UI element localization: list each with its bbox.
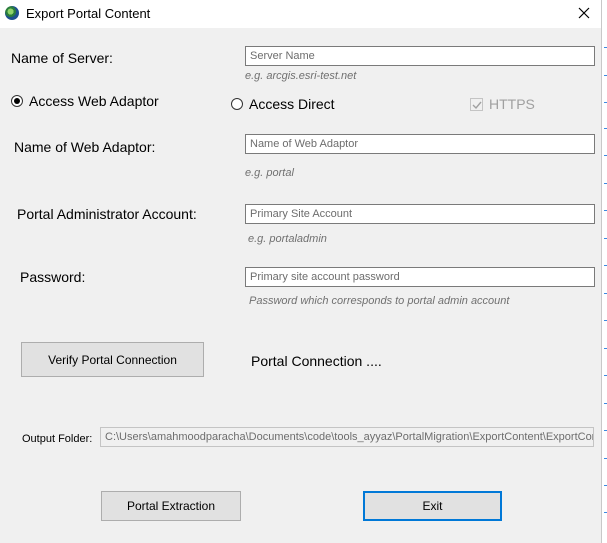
globe-icon [5, 6, 19, 20]
portal-extraction-button[interactable]: Portal Extraction [101, 491, 241, 521]
output-folder-label: Output Folder: [22, 433, 93, 445]
password-label: Password: [20, 269, 86, 285]
password-input[interactable] [245, 267, 595, 287]
background-window-edge [601, 0, 607, 543]
export-portal-content-window: Export Portal Content Name of Server: e.… [0, 0, 601, 543]
radio-indicator [231, 98, 243, 110]
web-adaptor-input[interactable] [245, 134, 595, 154]
portal-connection-status: Portal Connection .... [251, 353, 382, 369]
verify-portal-connection-button[interactable]: Verify Portal Connection [21, 342, 204, 377]
admin-account-input[interactable] [245, 204, 595, 224]
access-direct-label: Access Direct [249, 96, 335, 112]
access-web-adaptor-radio[interactable]: Access Web Adaptor [11, 93, 159, 109]
output-folder-field[interactable]: C:\Users\amahmoodparacha\Documents\code\… [100, 427, 594, 447]
access-web-adaptor-label: Access Web Adaptor [29, 93, 159, 109]
close-button[interactable] [567, 0, 601, 28]
checkbox-indicator [470, 97, 483, 111]
admin-account-label: Portal Administrator Account: [17, 206, 197, 222]
password-hint: Password which corresponds to portal adm… [249, 295, 510, 307]
https-label: HTTPS [489, 96, 535, 112]
web-adaptor-label: Name of Web Adaptor: [14, 139, 156, 155]
web-adaptor-hint: e.g. portal [245, 167, 294, 179]
access-direct-radio[interactable]: Access Direct [231, 96, 335, 112]
close-icon [578, 7, 590, 19]
radio-indicator [11, 95, 23, 107]
title-bar: Export Portal Content [0, 0, 601, 28]
server-name-input[interactable] [245, 46, 595, 66]
https-checkbox[interactable]: HTTPS [470, 96, 535, 112]
window-title: Export Portal Content [26, 6, 151, 21]
admin-account-hint: e.g. portaladmin [248, 233, 327, 245]
checkmark-icon [472, 101, 482, 109]
server-label: Name of Server: [11, 50, 113, 66]
exit-button[interactable]: Exit [363, 491, 502, 521]
server-hint: e.g. arcgis.esri-test.net [245, 70, 357, 82]
